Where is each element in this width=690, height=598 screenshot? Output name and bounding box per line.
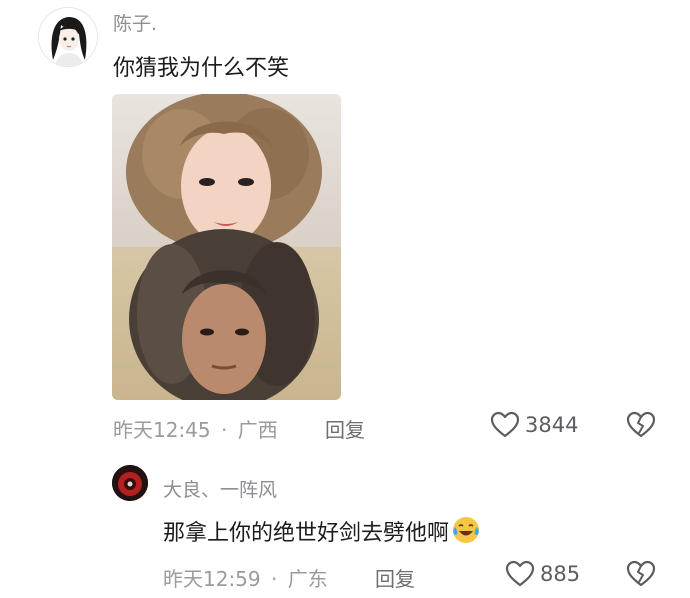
heart-outline-icon bbox=[490, 411, 520, 438]
comment-meta: 昨天12:45 · 广西 bbox=[113, 414, 278, 443]
reply-location: 广东 bbox=[287, 567, 328, 591]
broken-heart-icon bbox=[626, 560, 656, 587]
crying-laughing-emoji bbox=[451, 515, 481, 545]
reply-meta: 昨天12:59 · 广东 bbox=[163, 563, 328, 592]
avatar-illustration bbox=[39, 8, 97, 66]
broken-heart-icon bbox=[626, 411, 656, 438]
reply-text: 那拿上你的绝世好剑去劈他啊 bbox=[163, 521, 450, 546]
reply-like-count: 885 bbox=[540, 562, 581, 586]
reply-username[interactable]: 大良、一阵风 bbox=[163, 475, 277, 502]
comment-timestamp: 昨天12:45 bbox=[113, 418, 211, 442]
reply-timestamp: 昨天12:59 bbox=[163, 567, 261, 591]
face-comparison-image bbox=[112, 94, 341, 400]
comment-text: 你猜我为什么不笑 bbox=[113, 56, 290, 81]
heart-outline-icon bbox=[505, 560, 535, 587]
reply-text-line: 那拿上你的绝世好剑去劈他啊 bbox=[163, 515, 481, 547]
comment-location: 广西 bbox=[237, 418, 278, 442]
dislike-button[interactable] bbox=[626, 410, 656, 444]
reply-like-button[interactable]: 885 bbox=[505, 559, 580, 589]
meta-separator: · bbox=[221, 418, 228, 442]
like-button[interactable]: 3844 bbox=[490, 410, 578, 440]
red-wheel-image bbox=[112, 465, 148, 501]
avatar[interactable] bbox=[38, 7, 98, 67]
meta-separator: · bbox=[271, 567, 278, 591]
crying-laughing-icon bbox=[453, 517, 480, 543]
reply-reply-button[interactable]: 回复 bbox=[375, 563, 415, 592]
comment-photo[interactable] bbox=[112, 94, 341, 400]
comment-username[interactable]: 陈子. bbox=[113, 9, 157, 36]
reply-button[interactable]: 回复 bbox=[325, 414, 365, 443]
like-count: 3844 bbox=[525, 413, 579, 437]
reply-dislike-button[interactable] bbox=[626, 559, 656, 593]
reply-avatar[interactable] bbox=[112, 465, 148, 501]
